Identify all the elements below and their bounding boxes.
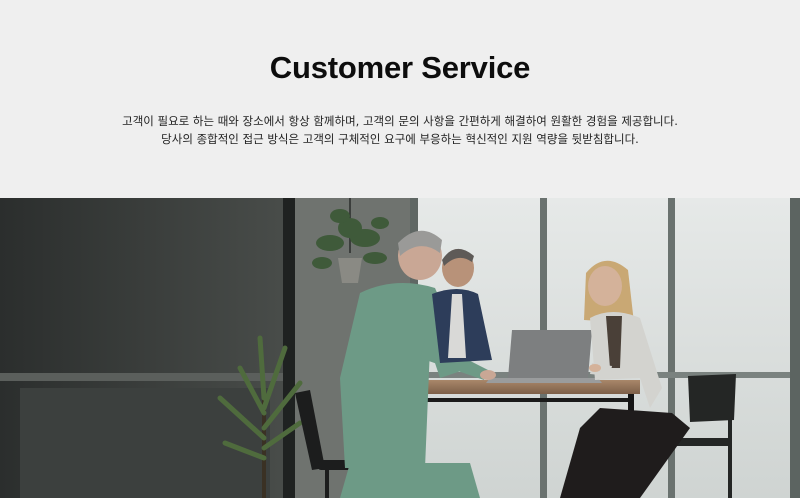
window-frame	[790, 198, 800, 498]
plant-pot	[338, 258, 362, 283]
page-title: Customer Service	[269, 50, 531, 85]
wall-panel	[20, 388, 270, 498]
hero-description: 고객이 필요로 하는 때와 장소에서 항상 함께하며, 고객의 문의 사항을 간…	[0, 112, 800, 148]
table-apron	[416, 398, 628, 402]
laptop-base	[486, 378, 602, 383]
hero-description-line-2: 당사의 종합적인 접근 방식은 고객의 구체적인 요구에 부응하는 혁신적인 지…	[161, 132, 639, 146]
office-meeting-illustration	[0, 198, 800, 498]
office-meeting-photo	[0, 198, 800, 498]
laptop-icon	[508, 330, 592, 378]
hero-description-line-1: 고객이 필요로 하는 때와 장소에서 항상 함께하며, 고객의 문의 사항을 간…	[122, 114, 678, 128]
hero-section: Customer Service 고객이 필요로 하는 때와 장소에서 항상 함…	[0, 0, 800, 198]
